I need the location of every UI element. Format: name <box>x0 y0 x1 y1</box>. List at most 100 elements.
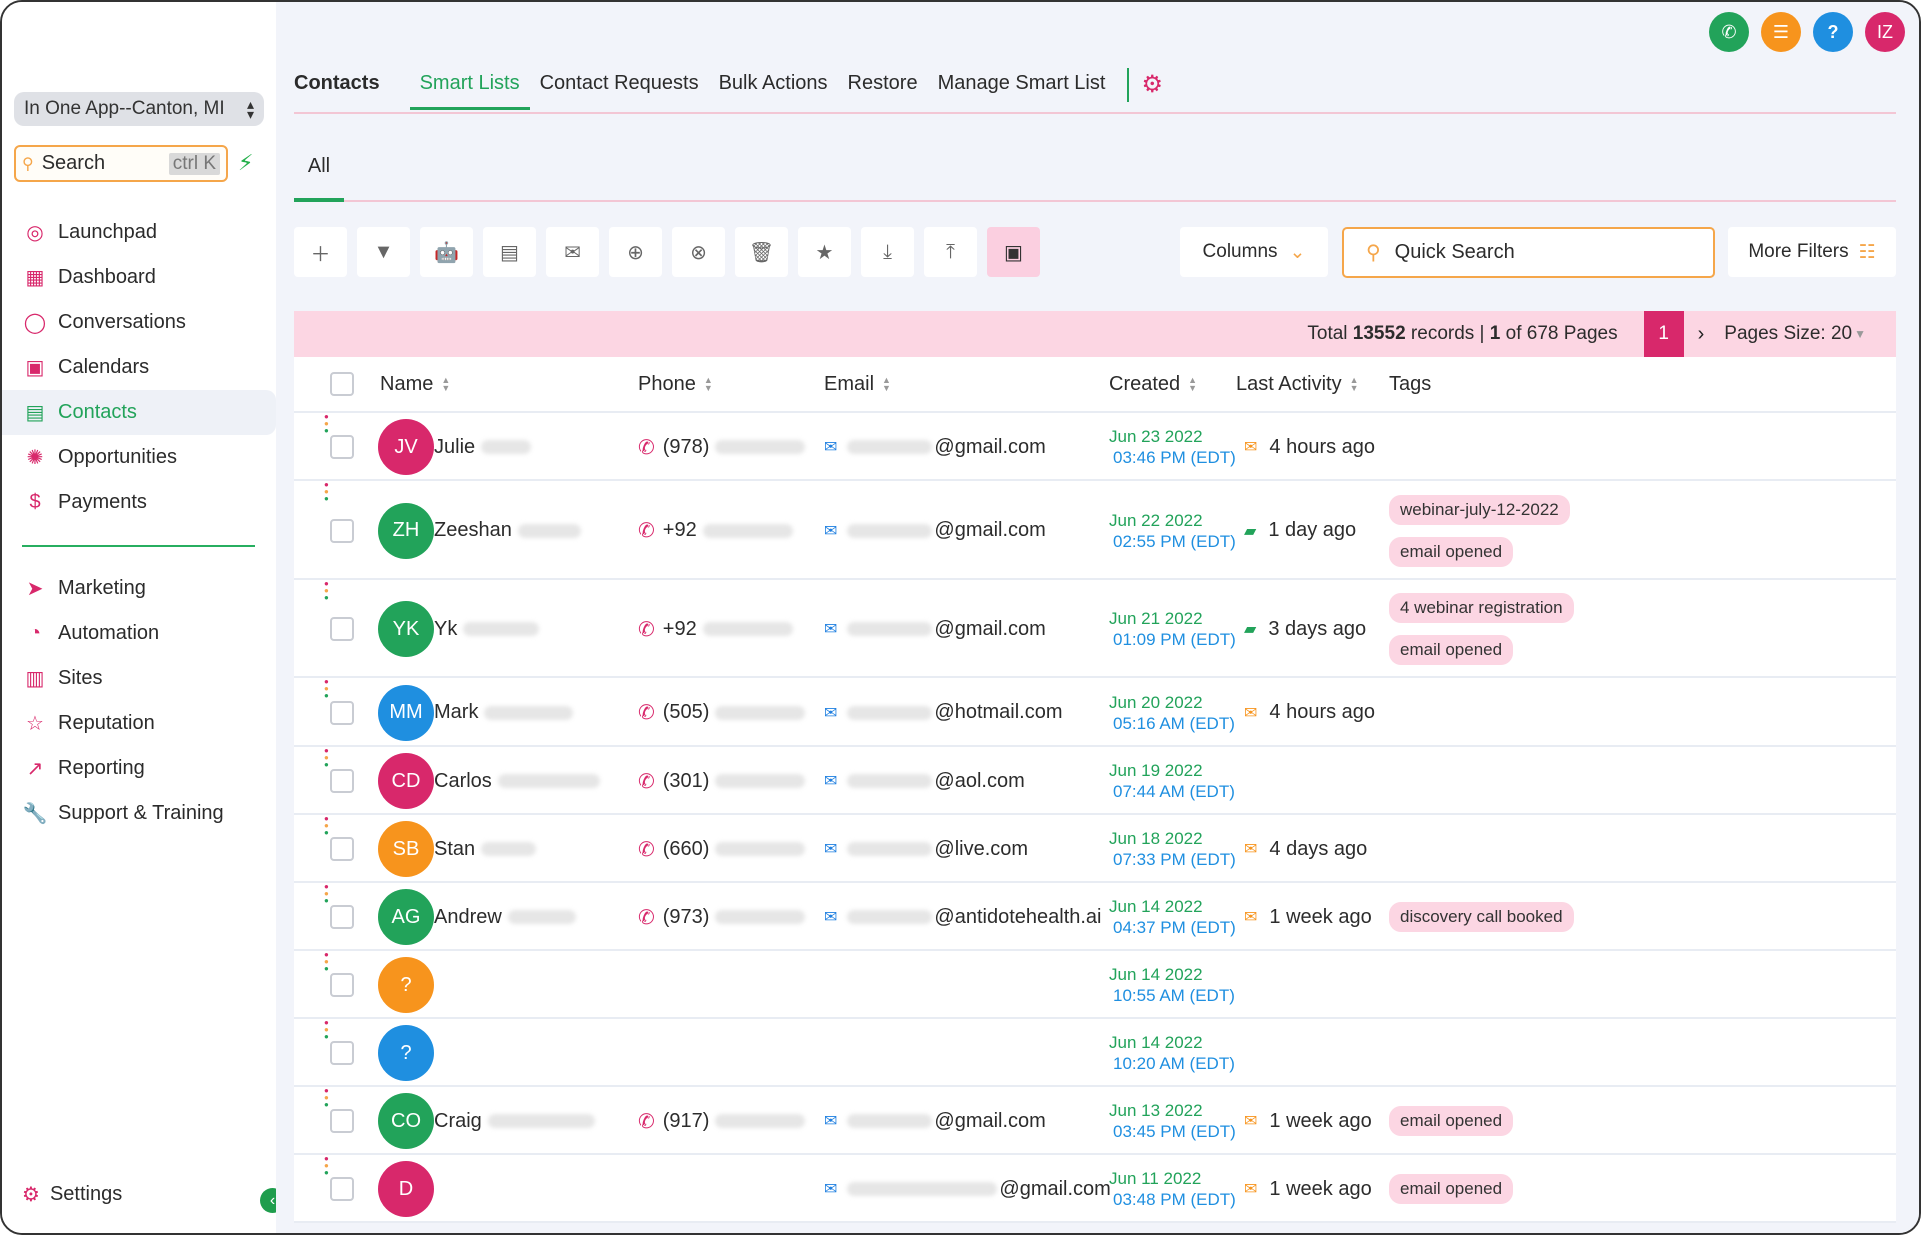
chevron-down-icon[interactable]: ▼ <box>1854 327 1866 341</box>
tab-manage-smart-list[interactable]: Manage Smart List <box>928 64 1116 107</box>
contact-name[interactable]: Mark <box>434 678 574 747</box>
page-size-select[interactable]: Pages Size: 20 <box>1724 323 1852 345</box>
contact-name[interactable]: Carlos <box>434 747 600 815</box>
row-menu-icon[interactable]: ● ● ● <box>324 678 329 747</box>
tag-badge[interactable]: email opened <box>1389 1106 1514 1136</box>
table-row[interactable]: ● ● ● AG Andrew ✆ (973) ✉ @antidotehealth.ai Jun … <box>294 883 1896 951</box>
tag-badge[interactable]: webinar-july-12-2022 <box>1389 494 1570 525</box>
user-avatar[interactable]: IZ <box>1865 12 1905 52</box>
table-row[interactable]: ● ● ● D ✉ @gmail.com Jun 11 2022 03:48 PM (EDT)… <box>294 1155 1896 1223</box>
tab-bulk-actions[interactable]: Bulk Actions <box>709 64 838 107</box>
row-menu-icon[interactable]: ● ● ● <box>324 883 329 951</box>
row-checkbox[interactable] <box>330 481 354 580</box>
table-row[interactable]: ● ● ●? Jun 14 2022 10:20 AM (EDT) <box>294 1019 1896 1087</box>
phone-icon[interactable]: ✆ <box>1709 12 1749 52</box>
contact-phone[interactable]: ✆ +92 <box>638 580 793 678</box>
sidebar-item-automation[interactable]: ◔ Automation <box>2 611 276 656</box>
help-icon[interactable]: ? <box>1813 12 1853 52</box>
send-email-button[interactable]: ✉ <box>546 227 599 277</box>
row-menu-icon[interactable]: ● ● ● <box>324 815 329 883</box>
merge-button[interactable]: ▣ <box>987 227 1040 277</box>
contact-email[interactable]: ✉ @aol.com <box>824 747 1025 815</box>
gear-icon[interactable]: ⚙ <box>1141 64 1163 99</box>
contact-email[interactable]: ✉ @gmail.com <box>824 1155 1111 1223</box>
table-row[interactable]: ● ● ● CO Craig ✆ (917) ✉ @gmail.com Jun 13 2022 03… <box>294 1087 1896 1155</box>
location-switcher[interactable]: In One App--Canton, MI ▴ ▾ <box>14 92 264 126</box>
contact-phone[interactable]: ✆ (978) <box>638 413 806 481</box>
contact-phone[interactable]: ✆ (973) <box>638 883 806 951</box>
column-name[interactable]: Name ▲ ▼ <box>380 373 450 396</box>
tag-badge[interactable]: 4 webinar registration <box>1389 593 1574 623</box>
table-row[interactable]: ● ● ●? Jun 14 2022 10:55 AM (EDT) <box>294 951 1896 1019</box>
row-menu-icon[interactable]: ● ● ● <box>324 747 329 815</box>
send-sms-button[interactable]: ▤ <box>483 227 536 277</box>
chevron-right-icon[interactable]: › <box>1698 323 1705 346</box>
row-menu-icon[interactable]: ● ● ● <box>324 951 329 1019</box>
row-menu-icon[interactable]: ● ● ● <box>324 413 329 481</box>
column-created[interactable]: Created ▲ ▼ <box>1109 373 1197 396</box>
contact-phone[interactable]: ✆ (660) <box>638 815 806 883</box>
contact-phone[interactable]: ✆ (301) <box>638 747 806 815</box>
contact-email[interactable]: ✉ @hotmail.com <box>824 678 1063 747</box>
filter-button[interactable]: ▼ <box>357 227 410 277</box>
contact-email[interactable]: ✉ @gmail.com <box>824 580 1046 678</box>
sidebar-item-dashboard[interactable]: ▦ Dashboard <box>2 255 276 300</box>
sidebar-item-support-training[interactable]: 🔧 Support & Training <box>2 791 276 836</box>
export-button[interactable]: ⤒ <box>924 227 977 277</box>
row-checkbox[interactable] <box>330 747 354 815</box>
table-row[interactable]: ● ● ● MM Mark ✆ (505) ✉ @hotmail.com Jun 20 2022 0… <box>294 678 1896 747</box>
row-menu-icon[interactable]: ● ● ● <box>324 580 329 678</box>
contact-name[interactable]: Yk <box>434 580 540 678</box>
row-checkbox[interactable] <box>330 580 354 678</box>
column-email[interactable]: Email ▲ ▼ <box>824 373 891 396</box>
row-menu-icon[interactable]: ● ● ● <box>324 481 329 580</box>
row-checkbox[interactable] <box>330 883 354 951</box>
page-button[interactable]: 1 <box>1643 311 1684 357</box>
contact-email[interactable]: ✉ @gmail.com <box>824 481 1046 580</box>
contact-name[interactable]: Julie <box>434 413 532 481</box>
select-all-checkbox[interactable] <box>330 372 354 396</box>
sidebar-item-contacts[interactable]: ▤ Contacts <box>2 390 276 435</box>
row-menu-icon[interactable]: ● ● ● <box>324 1087 329 1155</box>
row-checkbox[interactable] <box>330 678 354 747</box>
tag-badge[interactable]: email opened <box>1389 1174 1514 1204</box>
contact-phone[interactable]: ✆ (505) <box>638 678 806 747</box>
add-to-workflow-button[interactable]: 🤖 <box>420 227 473 277</box>
import-button[interactable]: ⤓ <box>861 227 914 277</box>
sidebar-item-payments[interactable]: $ Payments <box>2 480 276 525</box>
contact-email[interactable]: ✉ @antidotehealth.ai <box>824 883 1102 951</box>
column-last-activity[interactable]: Last Activity ▲ ▼ <box>1236 373 1359 396</box>
contact-name[interactable]: Craig <box>434 1087 595 1155</box>
table-row[interactable]: ● ● ● YK Yk ✆ +92 ✉ @gmail.com Jun 21 2022 01:09 P… <box>294 580 1896 678</box>
table-row[interactable]: ● ● ● CD Carlos ✆ (301) ✉ @aol.com Jun 19 2022 07:… <box>294 747 1896 815</box>
add-contact-button[interactable]: ＋ <box>294 227 347 277</box>
contact-phone[interactable]: ✆ (917) <box>638 1087 806 1155</box>
quick-search-input[interactable]: ⚲ Quick Search <box>1342 227 1715 278</box>
contact-name[interactable]: Stan <box>434 815 537 883</box>
row-checkbox[interactable] <box>330 1155 354 1223</box>
remove-tag-button[interactable]: ⊗ <box>672 227 725 277</box>
table-row[interactable]: ● ● ● ZH Zeeshan ✆ +92 ✉ @gmail.com Jun 22 2022 02… <box>294 481 1896 580</box>
column-phone[interactable]: Phone ▲ ▼ <box>638 373 713 396</box>
tag-badge[interactable]: email opened <box>1389 635 1514 665</box>
contact-phone[interactable]: ✆ +92 <box>638 481 793 580</box>
sidebar-item-reporting[interactable]: ↗ Reporting <box>2 746 276 791</box>
sidebar-item-sites[interactable]: ▥ Sites <box>2 656 276 701</box>
columns-dropdown[interactable]: Columns ⌄ <box>1180 227 1328 277</box>
contact-name[interactable]: Andrew <box>434 883 576 951</box>
row-checkbox[interactable] <box>330 815 354 883</box>
contact-email[interactable]: ✉ @gmail.com <box>824 413 1046 481</box>
list-icon[interactable]: ☰ <box>1761 12 1801 52</box>
sidebar-item-settings[interactable]: ⚙ Settings <box>22 1182 122 1207</box>
row-menu-icon[interactable]: ● ● ● <box>324 1019 329 1087</box>
table-row[interactable]: ● ● ● JV Julie ✆ (978) ✉ @gmail.com Jun 23 2022 03… <box>294 413 1896 481</box>
sidebar-item-calendars[interactable]: ▣ Calendars <box>2 345 276 390</box>
tag-badge[interactable]: email opened <box>1389 536 1514 567</box>
contact-email[interactable]: ✉ @gmail.com <box>824 1087 1046 1155</box>
sidebar-item-launchpad[interactable]: ◎ Launchpad <box>2 210 276 255</box>
sidebar-item-conversations[interactable]: ◯ Conversations <box>2 300 276 345</box>
contact-email[interactable]: ✉ @live.com <box>824 815 1028 883</box>
row-checkbox[interactable] <box>330 1019 354 1087</box>
sidebar-item-marketing[interactable]: ➤ Marketing <box>2 566 276 611</box>
sidebar-search[interactable]: ⚲ Search ctrl K <box>14 145 228 182</box>
